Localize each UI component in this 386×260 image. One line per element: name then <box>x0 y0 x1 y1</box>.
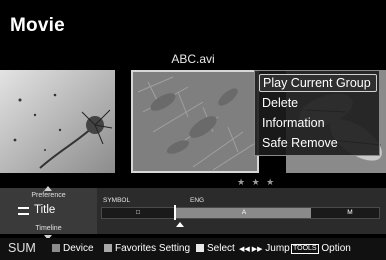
dandelion-image <box>0 70 115 173</box>
thumbnail-previous[interactable] <box>0 70 115 173</box>
favorites-setting-button[interactable]: Favorites Setting <box>104 242 190 256</box>
menu-item-information[interactable]: Information <box>259 114 377 132</box>
select-label: Select <box>207 243 235 254</box>
option-button[interactable]: TOOLS Option <box>291 242 351 256</box>
sum-label: SUM <box>8 241 36 255</box>
category-divider <box>174 205 176 220</box>
sort-option-current[interactable]: Title <box>34 204 55 216</box>
select-key-icon <box>196 244 204 252</box>
list-icon <box>18 207 29 215</box>
file-name: ABC.avi <box>171 52 215 66</box>
thumbnail-current[interactable] <box>131 70 259 173</box>
category-symbol-label: SYMBOL <box>103 197 131 204</box>
option-label: Option <box>321 243 351 254</box>
jump-button[interactable]: ◀◀ ▶▶ Jump <box>239 242 290 257</box>
a-mark: A <box>241 209 247 216</box>
sort-option-above[interactable]: Preference <box>0 192 97 199</box>
m-mark: M <box>347 209 353 216</box>
context-menu: Play Current Group Delete Information Sa… <box>254 70 380 156</box>
sort-option-below[interactable]: Timeline <box>0 225 97 232</box>
rating-stars: ★ ★ ★ <box>237 177 277 187</box>
jump-label: Jump <box>265 243 290 254</box>
scroll-up-icon[interactable] <box>44 186 52 191</box>
favorites-color-key-icon <box>104 244 112 252</box>
leaves-image <box>133 72 257 171</box>
select-button[interactable]: Select <box>196 242 235 256</box>
symbol-mark: □ <box>136 209 140 216</box>
menu-item-play-current-group[interactable]: Play Current Group <box>259 74 377 92</box>
favorites-label: Favorites Setting <box>115 243 191 254</box>
page-title: Movie <box>10 15 65 36</box>
jump-arrows-icon: ◀◀ ▶▶ <box>239 246 263 253</box>
tools-key-icon: TOOLS <box>291 244 319 254</box>
device-label: Device <box>63 243 94 254</box>
device-button[interactable]: Device <box>52 242 94 256</box>
device-color-key-icon <box>52 244 60 252</box>
category-eng-label: ENG <box>190 197 205 204</box>
menu-item-delete[interactable]: Delete <box>259 94 377 112</box>
position-pointer-icon <box>176 222 184 227</box>
menu-item-safe-remove[interactable]: Safe Remove <box>259 134 377 152</box>
